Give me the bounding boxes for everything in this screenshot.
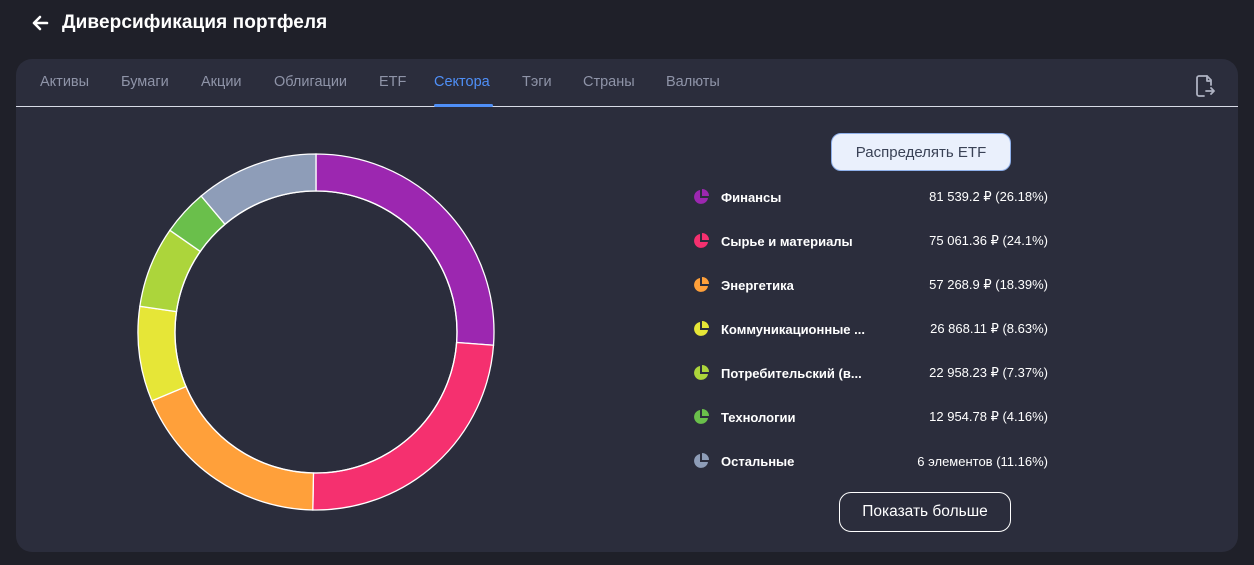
legend-label: Потребительский (в... (721, 365, 862, 381)
donut-slice-4[interactable] (137, 305, 187, 402)
show-more-button[interactable]: Показать больше (839, 492, 1011, 532)
pie-slice-icon (694, 189, 709, 204)
legend-value: 26 868.11 ₽ (8.63%) (930, 321, 1048, 336)
tab-securities[interactable]: Бумаги (121, 74, 169, 90)
donut-slice-3[interactable] (151, 385, 315, 511)
pie-slice-icon (694, 365, 709, 380)
pie-slice-icon (694, 277, 709, 292)
tab-currencies[interactable]: Валюты (666, 74, 720, 90)
legend-value: 12 954.78 ₽ (4.16%) (929, 409, 1048, 424)
legend-value: 22 958.23 ₽ (7.37%) (929, 365, 1048, 380)
sector-donut-chart (137, 153, 495, 511)
page-header: Диверсификация портфеля (30, 10, 327, 36)
distribute-etf-button[interactable]: Распределять ETF (831, 133, 1011, 171)
pie-slice-icon (694, 321, 709, 336)
pie-slice-icon (694, 409, 709, 424)
tab-stocks[interactable]: Акции (201, 74, 242, 90)
tab-countries[interactable]: Страны (583, 74, 635, 90)
page-title: Диверсификация портфеля (62, 12, 328, 33)
diversification-card: Активы Бумаги Акции Облигации ETF Сектор… (16, 59, 1238, 552)
legend-item: Коммуникационные ... 26 868.11 ₽ (8.63%) (692, 318, 1048, 340)
donut-inner-ring (174, 190, 458, 474)
legend-label: Остальные (721, 453, 795, 469)
legend-item: Потребительский (в... 22 958.23 ₽ (7.37%) (692, 362, 1048, 384)
legend-item: Энергетика 57 268.9 ₽ (18.39%) (692, 274, 1048, 296)
donut-slice-7[interactable] (200, 153, 317, 226)
donut-slice-1[interactable] (315, 153, 495, 346)
tab-etf[interactable]: ETF (379, 74, 406, 90)
pie-slice-icon (694, 453, 709, 468)
legend-label: Энергетика (721, 277, 794, 293)
tab-tags[interactable]: Тэги (522, 74, 552, 90)
export-button[interactable] (1192, 73, 1218, 99)
tab-bar: Активы Бумаги Акции Облигации ETF Сектор… (16, 59, 1238, 107)
legend-value: 81 539.2 ₽ (26.18%) (929, 189, 1048, 204)
legend-item: Остальные 6 элементов (11.16%) (692, 450, 1048, 472)
legend-label: Коммуникационные ... (721, 321, 865, 337)
legend-value: 6 элементов (11.16%) (917, 453, 1048, 469)
donut-slice-2[interactable] (312, 341, 495, 511)
legend-item: Сырье и материалы 75 061.36 ₽ (24.1%) (692, 230, 1048, 252)
legend-item: Финансы 81 539.2 ₽ (26.18%) (692, 186, 1048, 208)
legend-label: Финансы (721, 189, 782, 205)
legend-value: 57 268.9 ₽ (18.39%) (929, 277, 1048, 292)
legend-item: Технологии 12 954.78 ₽ (4.16%) (692, 406, 1048, 428)
active-tab-indicator (434, 104, 493, 107)
arrow-left-icon (32, 15, 49, 31)
tab-sectors[interactable]: Сектора (434, 74, 490, 90)
legend-label: Технологии (721, 409, 796, 425)
tab-assets[interactable]: Активы (40, 74, 89, 90)
legend-label: Сырье и материалы (721, 233, 853, 249)
file-export-icon (1196, 75, 1215, 97)
tab-bonds[interactable]: Облигации (274, 74, 347, 90)
pie-slice-icon (694, 233, 709, 248)
back-button[interactable] (30, 13, 50, 33)
legend-value: 75 061.36 ₽ (24.1%) (929, 233, 1048, 248)
